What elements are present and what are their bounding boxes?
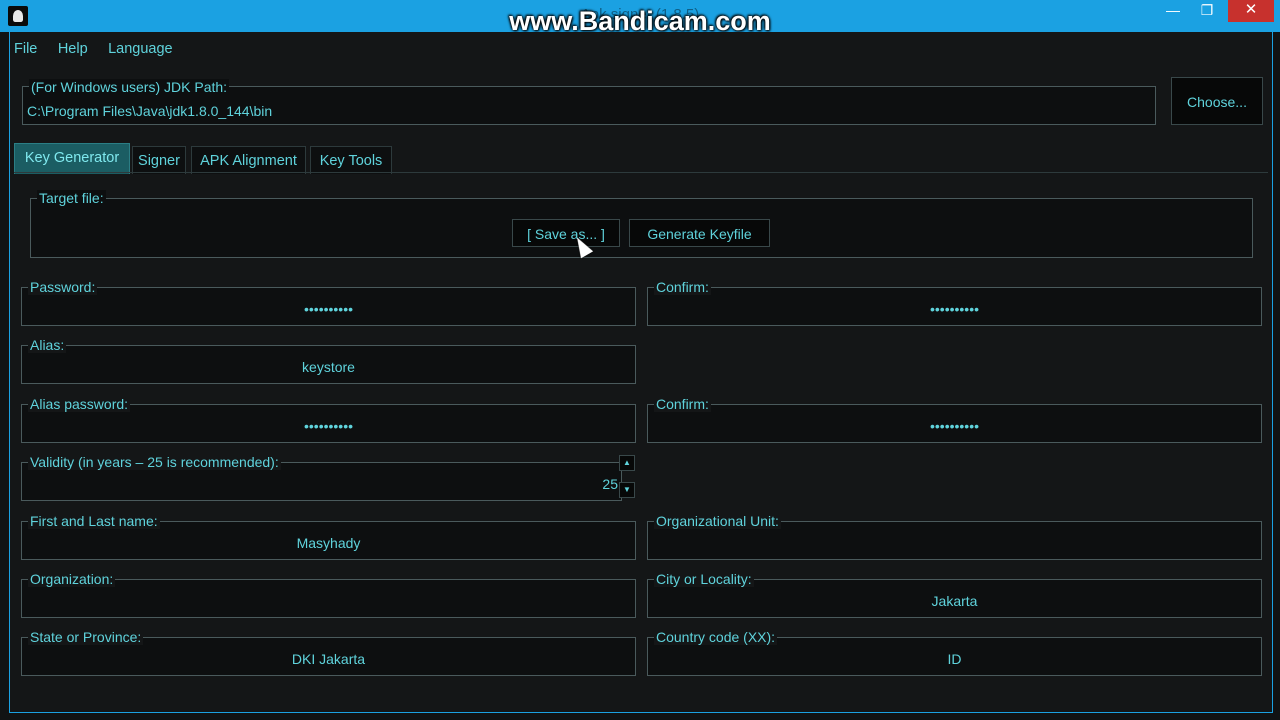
- tab-key-tools[interactable]: Key Tools: [310, 146, 392, 174]
- generate-keyfile-button[interactable]: Generate Keyfile: [629, 219, 770, 247]
- maximize-button[interactable]: ❐: [1196, 0, 1218, 22]
- tab-apk-alignment[interactable]: APK Alignment: [191, 146, 306, 174]
- alias-password-confirm-label: Confirm:: [654, 396, 711, 412]
- org-unit-field[interactable]: Organizational Unit:: [647, 513, 1262, 560]
- close-button[interactable]: ✕: [1228, 0, 1274, 22]
- organization-label: Organization:: [28, 571, 116, 587]
- state-field[interactable]: State or Province: DKI Jakarta: [21, 629, 636, 676]
- country-value: ID: [947, 651, 962, 667]
- menu-language[interactable]: Language: [108, 41, 173, 57]
- jdk-path-value: C:\Program Files\Java\jdk1.8.0_144\bin: [27, 103, 273, 119]
- password-label: Password:: [28, 279, 98, 295]
- alias-password-label: Alias password:: [28, 396, 131, 412]
- validity-label: Validity (in years – 25 is recommended):: [28, 454, 281, 470]
- title-bar: Apk signer (1.8.5) — ❐ ✕: [0, 0, 1280, 32]
- password-confirm-label: Confirm:: [654, 279, 711, 295]
- alias-password-confirm-field[interactable]: Confirm: ••••••••••: [647, 396, 1262, 443]
- country-field[interactable]: Country code (XX): ID: [647, 629, 1262, 676]
- tab-signer[interactable]: Signer: [132, 146, 186, 174]
- validity-increment-button[interactable]: ▲: [619, 455, 635, 471]
- menu-bar: File Help Language: [14, 40, 189, 58]
- state-label: State or Province:: [28, 629, 144, 645]
- minimize-button[interactable]: —: [1162, 0, 1184, 22]
- validity-field[interactable]: Validity (in years – 25 is recommended):…: [21, 454, 622, 501]
- city-label: City or Locality:: [654, 571, 754, 587]
- menu-file[interactable]: File: [14, 41, 37, 57]
- alias-label: Alias:: [28, 337, 67, 353]
- alias-password-field[interactable]: Alias password: ••••••••••: [21, 396, 636, 443]
- password-confirm-value: ••••••••••: [929, 301, 979, 317]
- password-confirm-field[interactable]: Confirm: ••••••••••: [647, 279, 1262, 326]
- save-as-button[interactable]: [ Save as... ]: [512, 219, 620, 247]
- name-field[interactable]: First and Last name: Masyhady: [21, 513, 636, 560]
- menu-help[interactable]: Help: [58, 41, 88, 57]
- state-value: DKI Jakarta: [291, 651, 366, 667]
- country-label: Country code (XX):: [654, 629, 778, 645]
- jdk-path-field[interactable]: (For Windows users) JDK Path: C:\Program…: [22, 79, 1156, 125]
- alias-password-confirm-value: ••••••••••: [929, 418, 979, 434]
- validity-value: 25: [602, 476, 618, 492]
- target-file-label: Target file:: [37, 190, 106, 206]
- password-value: ••••••••••: [303, 301, 353, 317]
- validity-decrement-button[interactable]: ▼: [619, 482, 635, 498]
- tab-key-generator[interactable]: Key Generator: [14, 143, 130, 174]
- org-unit-label: Organizational Unit:: [654, 513, 781, 529]
- window-title: Apk signer (1.8.5): [580, 6, 700, 23]
- choose-button[interactable]: Choose...: [1171, 77, 1263, 125]
- name-value: Masyhady: [296, 535, 361, 551]
- jdk-path-label: (For Windows users) JDK Path:: [29, 79, 230, 95]
- organization-field[interactable]: Organization:: [21, 571, 636, 618]
- password-field[interactable]: Password: ••••••••••: [21, 279, 636, 326]
- alias-password-value: ••••••••••: [303, 418, 353, 434]
- name-label: First and Last name:: [28, 513, 160, 529]
- alias-field[interactable]: Alias: keystore: [21, 337, 636, 384]
- alias-value: keystore: [302, 359, 355, 375]
- city-field[interactable]: City or Locality: Jakarta: [647, 571, 1262, 618]
- city-value: Jakarta: [931, 593, 978, 609]
